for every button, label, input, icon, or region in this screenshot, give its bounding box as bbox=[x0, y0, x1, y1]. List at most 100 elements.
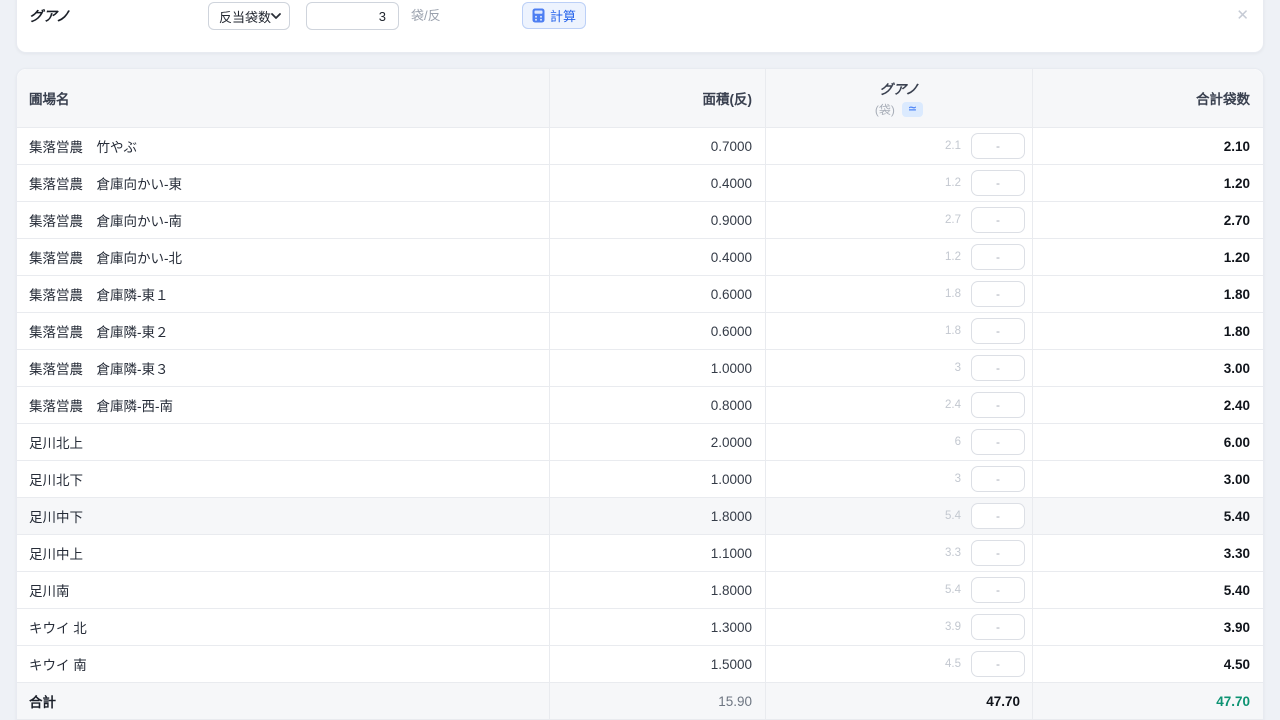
row-total-bags: 1.80 bbox=[1224, 287, 1250, 302]
field-name: 集落営農 竹やぶ bbox=[29, 136, 137, 156]
field-name: キウイ 北 bbox=[29, 617, 87, 637]
field-name: 足川南 bbox=[29, 580, 70, 600]
area-value: 1.8000 bbox=[711, 583, 752, 598]
footer-guano-total: 47.70 bbox=[766, 683, 1033, 719]
guano-hint-value: 3 bbox=[955, 362, 961, 374]
table-row: 足川南 1.8000 5.4 5.40 bbox=[17, 572, 1263, 609]
table-row: 集落営農 倉庫隣-東２ 0.6000 1.8 1.80 bbox=[17, 313, 1263, 350]
field-name: 集落営農 倉庫向かい-東 bbox=[29, 173, 182, 193]
bags-per-tan-unit-label: 袋/反 bbox=[411, 1, 441, 31]
calculator-icon bbox=[532, 8, 545, 23]
area-value: 1.5000 bbox=[711, 657, 752, 672]
field-name: 足川中上 bbox=[29, 543, 83, 563]
guano-input[interactable] bbox=[971, 355, 1025, 381]
table-row: キウイ 南 1.5000 4.5 4.50 bbox=[17, 646, 1263, 683]
table-row: 集落営農 倉庫向かい-北 0.4000 1.2 1.20 bbox=[17, 239, 1263, 276]
row-total-bags: 1.80 bbox=[1224, 324, 1250, 339]
column-header-total-bags: 合計袋数 bbox=[1033, 69, 1263, 127]
field-name: 集落営農 倉庫隣-東１ bbox=[29, 284, 169, 304]
area-value: 0.7000 bbox=[711, 139, 752, 154]
table-row: 足川北上 2.0000 6 6.00 bbox=[17, 424, 1263, 461]
approximate-badge[interactable]: ≃ bbox=[902, 102, 923, 117]
guano-hint-value: 5.4 bbox=[945, 510, 961, 522]
guano-input[interactable] bbox=[971, 133, 1025, 159]
toolbar: グアノ 反当袋数 袋/反 計算 ✕ bbox=[17, 1, 1263, 31]
table-row: キウイ 北 1.3000 3.9 3.90 bbox=[17, 609, 1263, 646]
table-row: 集落営農 竹やぶ 0.7000 2.1 2.10 bbox=[17, 128, 1263, 165]
guano-input[interactable] bbox=[971, 170, 1025, 196]
field-name: 足川北上 bbox=[29, 432, 83, 452]
field-name: 足川中下 bbox=[29, 506, 83, 526]
footer-total-label: 合計 bbox=[17, 683, 550, 719]
table-row: 足川中下 1.8000 5.4 5.40 bbox=[17, 498, 1263, 535]
calculate-button-label: 計算 bbox=[550, 6, 576, 25]
guano-hint-value: 2.1 bbox=[945, 140, 961, 152]
guano-hint-value: 1.8 bbox=[945, 288, 961, 300]
guano-input[interactable] bbox=[971, 429, 1025, 455]
guano-hint-value: 3 bbox=[955, 473, 961, 485]
guano-input[interactable] bbox=[971, 503, 1025, 529]
guano-input[interactable] bbox=[971, 614, 1025, 640]
guano-input[interactable] bbox=[971, 540, 1025, 566]
area-value: 0.4000 bbox=[711, 176, 752, 191]
table-row: 集落営農 倉庫隣-東１ 0.6000 1.8 1.80 bbox=[17, 276, 1263, 313]
area-value: 0.6000 bbox=[711, 287, 752, 302]
close-icon[interactable]: ✕ bbox=[1236, 1, 1249, 31]
row-total-bags: 3.30 bbox=[1224, 546, 1250, 561]
column-header-area: 面積(反) bbox=[550, 69, 766, 127]
table-row: 集落営農 倉庫隣-西-南 0.8000 2.4 2.40 bbox=[17, 387, 1263, 424]
row-total-bags: 6.00 bbox=[1224, 435, 1250, 450]
guano-input[interactable] bbox=[971, 651, 1025, 677]
field-name: 集落営農 倉庫向かい-南 bbox=[29, 210, 182, 230]
guano-input[interactable] bbox=[971, 577, 1025, 603]
area-value: 2.0000 bbox=[711, 435, 752, 450]
row-total-bags: 5.40 bbox=[1224, 509, 1250, 524]
row-total-bags: 3.00 bbox=[1224, 472, 1250, 487]
footer-grand-total: 47.70 bbox=[1033, 683, 1263, 719]
table-header-row: 圃場名 面積(反) グアノ (袋) ≃ 合計袋数 bbox=[17, 69, 1263, 128]
guano-input[interactable] bbox=[971, 281, 1025, 307]
guano-input[interactable] bbox=[971, 318, 1025, 344]
field-name: キウイ 南 bbox=[29, 654, 87, 674]
guano-hint-value: 2.7 bbox=[945, 214, 961, 226]
footer-area-total: 15.90 bbox=[550, 683, 766, 719]
guano-unit-label: (袋) bbox=[875, 101, 895, 118]
field-name: 集落営農 倉庫向かい-北 bbox=[29, 247, 182, 267]
row-total-bags: 2.70 bbox=[1224, 213, 1250, 228]
row-total-bags: 4.50 bbox=[1224, 657, 1250, 672]
calculate-button[interactable]: 計算 bbox=[522, 2, 586, 29]
area-value: 1.0000 bbox=[711, 472, 752, 487]
field-name: 集落営農 倉庫隣-東３ bbox=[29, 358, 169, 378]
table-row: 集落営農 倉庫隣-東３ 1.0000 3 3.00 bbox=[17, 350, 1263, 387]
field-name: 集落営農 倉庫隣-西-南 bbox=[29, 395, 173, 415]
guano-hint-value: 5.4 bbox=[945, 584, 961, 596]
field-fertilizer-table: 圃場名 面積(反) グアノ (袋) ≃ 合計袋数 集落営農 竹やぶ 0.7000… bbox=[16, 68, 1264, 720]
row-total-bags: 1.20 bbox=[1224, 250, 1250, 265]
column-header-guano: グアノ (袋) ≃ bbox=[766, 69, 1033, 127]
table-row: 足川北下 1.0000 3 3.00 bbox=[17, 461, 1263, 498]
guano-input[interactable] bbox=[971, 244, 1025, 270]
area-value: 1.8000 bbox=[711, 509, 752, 524]
area-value: 1.0000 bbox=[711, 361, 752, 376]
area-value: 0.6000 bbox=[711, 324, 752, 339]
area-value: 0.4000 bbox=[711, 250, 752, 265]
guano-input[interactable] bbox=[971, 466, 1025, 492]
row-total-bags: 1.20 bbox=[1224, 176, 1250, 191]
guano-hint-value: 1.8 bbox=[945, 325, 961, 337]
table-row: 集落営農 倉庫向かい-東 0.4000 1.2 1.20 bbox=[17, 165, 1263, 202]
field-name: 足川北下 bbox=[29, 469, 83, 489]
area-value: 1.1000 bbox=[711, 546, 752, 561]
guano-hint-value: 3.9 bbox=[945, 621, 961, 633]
guano-input[interactable] bbox=[971, 207, 1025, 233]
unit-mode-select[interactable]: 反当袋数 bbox=[208, 2, 290, 30]
row-total-bags: 3.00 bbox=[1224, 361, 1250, 376]
guano-hint-value: 1.2 bbox=[945, 177, 961, 189]
fertilizer-settings-panel: グアノ 反当袋数 袋/反 計算 ✕ bbox=[16, 0, 1264, 53]
table-footer-row: 合計 15.90 47.70 47.70 bbox=[17, 683, 1263, 720]
guano-hint-value: 3.3 bbox=[945, 547, 961, 559]
fertilizer-title: グアノ bbox=[29, 1, 70, 31]
bags-per-tan-input[interactable] bbox=[306, 2, 399, 30]
guano-input[interactable] bbox=[971, 392, 1025, 418]
row-total-bags: 3.90 bbox=[1224, 620, 1250, 635]
guano-column-title: グアノ bbox=[879, 78, 918, 98]
